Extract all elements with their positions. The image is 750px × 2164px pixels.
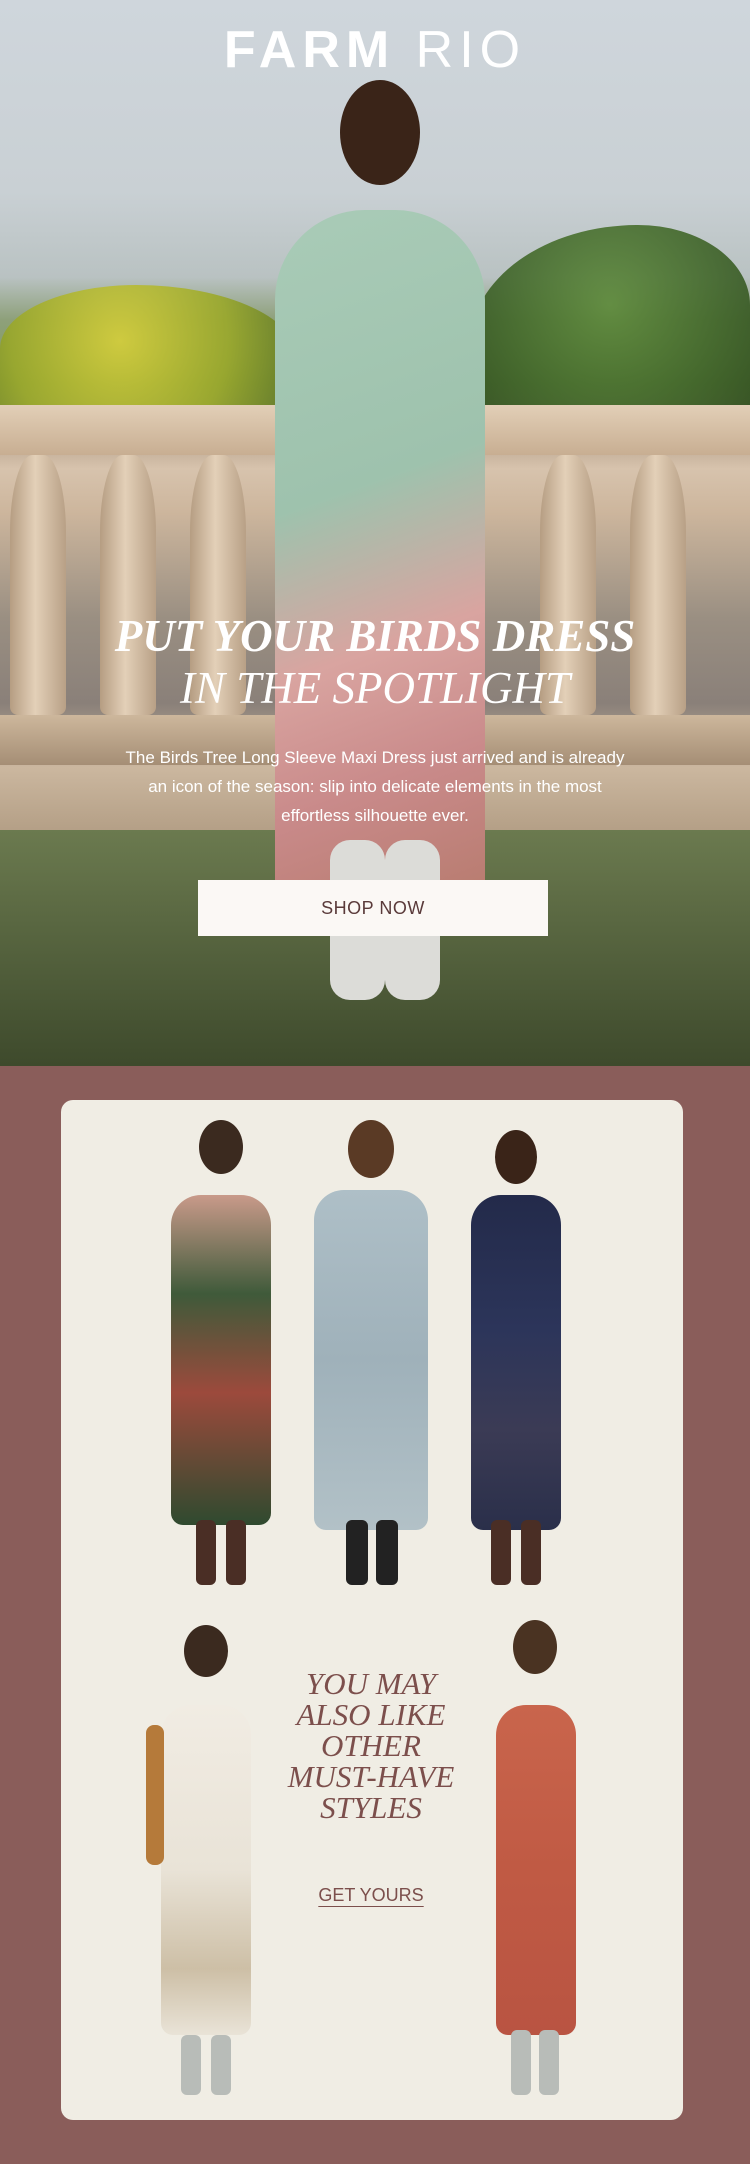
promo-heading: YOU MAY ALSO LIKE OTHER MUST-HAVE STYLES: [236, 1668, 506, 1823]
promo-line: MUST-HAVE: [287, 1759, 455, 1794]
product-dress: [496, 1705, 576, 2035]
boot: [521, 1520, 541, 1585]
product-dress: [471, 1195, 561, 1530]
model-head: [495, 1130, 537, 1184]
model-head: [348, 1120, 394, 1178]
hero-banner[interactable]: FARM RIO PUT YOUR BIRDS DRESS IN THE SPO…: [0, 0, 750, 1066]
fringe-bag: [146, 1725, 164, 1865]
product-figure-2[interactable]: [306, 1120, 436, 1590]
boot: [211, 2035, 231, 2095]
trees-image: [0, 285, 300, 425]
boot: [491, 1520, 511, 1585]
get-yours-link[interactable]: GET YOURS: [311, 1885, 431, 1906]
boot: [346, 1520, 368, 1585]
shop-now-button[interactable]: SHOP NOW: [198, 880, 548, 936]
model-head: [199, 1120, 243, 1174]
logo-farm: FARM: [223, 21, 396, 79]
model-head: [340, 80, 420, 185]
hero-headline: PUT YOUR BIRDS DRESS IN THE SPOTLIGHT: [0, 610, 750, 714]
boot: [539, 2030, 559, 2095]
promo-line: OTHER: [321, 1728, 421, 1763]
promo-line: ALSO LIKE: [296, 1697, 446, 1732]
logo-rio: RIO: [415, 21, 527, 79]
model-head: [513, 1620, 557, 1674]
boot: [196, 1520, 216, 1585]
product-figure-3[interactable]: [461, 1130, 571, 1590]
product-figure-1[interactable]: [161, 1120, 281, 1590]
headline-line-2: IN THE SPOTLIGHT: [179, 663, 571, 713]
promo-line: YOU MAY: [305, 1666, 437, 1701]
hero-description: The Birds Tree Long Sleeve Maxi Dress ju…: [125, 748, 625, 825]
headline-line-1: PUT YOUR BIRDS DRESS: [114, 611, 636, 661]
boot: [181, 2035, 201, 2095]
model-head: [184, 1625, 228, 1677]
product-dress: [171, 1195, 271, 1525]
boot: [511, 2030, 531, 2095]
brand-logo[interactable]: FARM RIO: [0, 20, 750, 80]
boot: [376, 1520, 398, 1585]
trees-image: [470, 225, 750, 425]
promo-line: STYLES: [320, 1790, 422, 1825]
recommendations-card: YOU MAY ALSO LIKE OTHER MUST-HAVE STYLES…: [61, 1100, 683, 2120]
product-dress: [314, 1190, 428, 1530]
hero-model-photo: [260, 80, 510, 1000]
boot: [226, 1520, 246, 1585]
